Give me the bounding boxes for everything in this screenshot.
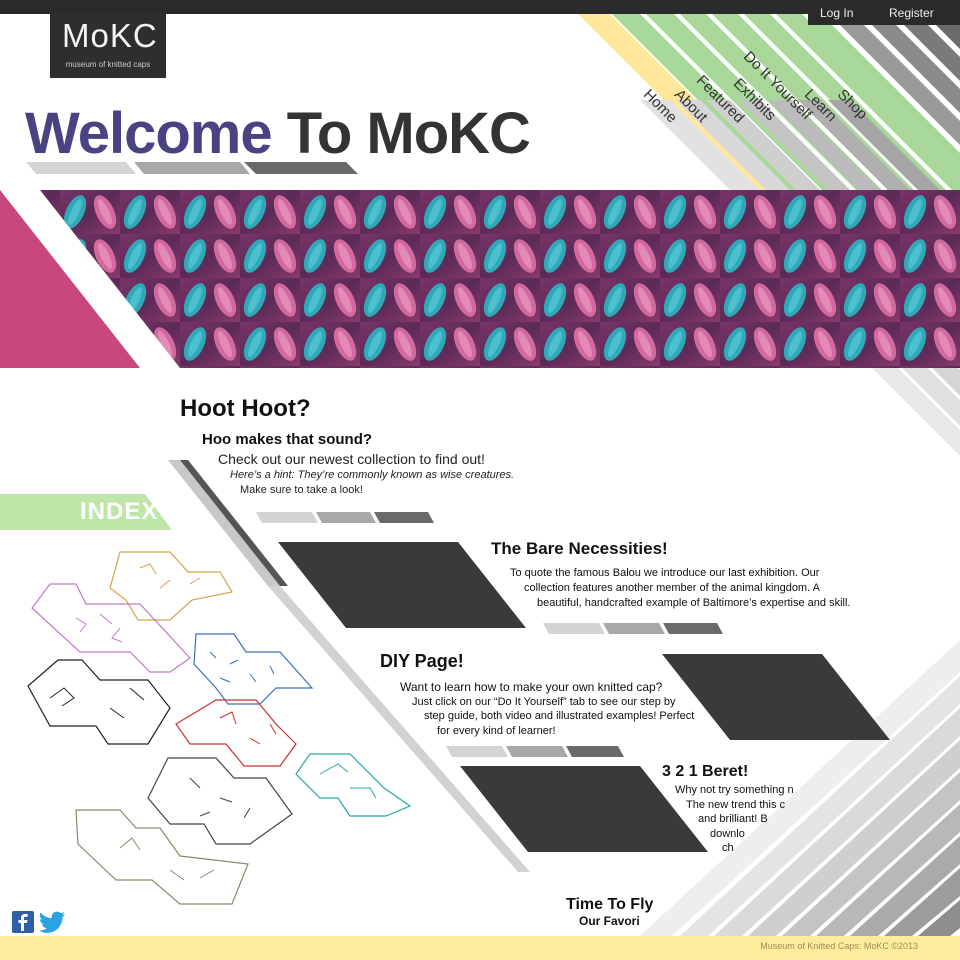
knit-banner	[0, 190, 960, 368]
register-link[interactable]: Register	[889, 6, 934, 20]
hoot-hint: Here’s a hint: They’re commonly known as…	[230, 469, 515, 481]
page-title-welcome: Welcome	[25, 101, 273, 166]
hoot-line3: Make sure to take a look!	[240, 484, 363, 496]
diy-thumbnail[interactable]	[662, 654, 892, 742]
beret-line5: ch	[722, 842, 734, 854]
hoot-divider-bars	[256, 512, 434, 523]
footer-copyright: Museum of Knitted Caps: MoKC ©2013	[760, 941, 918, 951]
bare-title: The Bare Necessities!	[491, 539, 668, 558]
beret-title: 3 2 1 Beret!	[662, 763, 749, 780]
diy-line3: step guide, both video and illustrated e…	[424, 710, 695, 722]
logo-mark: MoKC	[62, 17, 158, 54]
logo-subtitle: museum of knitted caps	[65, 60, 151, 69]
beret-line1: Why not try something n	[675, 784, 794, 796]
facebook-icon[interactable]	[12, 911, 34, 933]
index-label[interactable]: INDEX	[80, 498, 158, 526]
diy-divider-bars	[446, 746, 624, 757]
page-title: Welcome To MoKC	[25, 100, 531, 167]
hoot-line1: Check out our newest collection to find …	[218, 451, 485, 467]
diy-line2: Just click on our “Do It Yourself” tab t…	[412, 696, 676, 708]
bare-divider-bars	[543, 623, 723, 634]
diy-line1: Want to learn how to make your own knitt…	[400, 680, 663, 694]
page-title-rest: To MoKC	[286, 101, 531, 166]
auth-bar: Log In Register	[808, 0, 960, 25]
fly-title: Time To Fly	[566, 896, 654, 913]
title-underline-bars	[26, 162, 358, 174]
beret-line4: downlo	[710, 828, 745, 840]
site-logo[interactable]: MoKC museum of knitted caps	[50, 14, 166, 78]
bare-line1: To quote the famous Balou we introduce o…	[510, 567, 820, 579]
twitter-icon[interactable]	[40, 911, 66, 933]
diy-title: DIY Page!	[380, 651, 464, 671]
bare-line2: collection features another member of th…	[524, 582, 820, 594]
login-link[interactable]: Log In	[820, 6, 853, 20]
diy-line4: for every kind of learner!	[437, 725, 556, 737]
fly-line1: Our Favori	[579, 914, 640, 928]
beret-line2: The new trend this c	[686, 799, 786, 811]
hoot-title: Hoot Hoot?	[180, 395, 311, 422]
hoot-subtitle: Hoo makes that sound?	[202, 431, 373, 448]
beret-line3: and brilliant! B	[698, 813, 768, 825]
bare-line3: beautiful, handcrafted example of Baltim…	[537, 597, 851, 609]
